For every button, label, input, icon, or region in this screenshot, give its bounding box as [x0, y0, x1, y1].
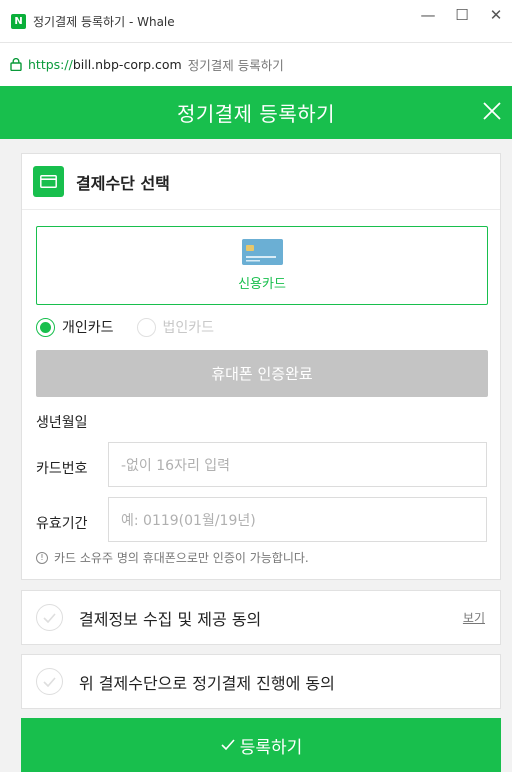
window-titlebar: N 정기결제 등록하기 - Whale — ☐ ✕ [0, 0, 512, 42]
whale-logo-icon: N [11, 13, 26, 29]
info-icon: ! [36, 551, 48, 564]
expiry-input[interactable]: 예: 0119(01월/19년) [108, 497, 487, 542]
window-title: 정기결제 등록하기 - Whale [33, 14, 175, 29]
corporate-card-label: 법인카드 [162, 320, 215, 336]
phone-auth-button[interactable]: 휴대폰 인증완료 [36, 350, 488, 397]
checkmark-icon [221, 739, 235, 751]
card-number-label: 카드번호 [36, 461, 88, 477]
page-title: 정기결제 등록하기 [176, 102, 336, 126]
card-type-radios: 개인카드 법인카드 [36, 316, 214, 338]
window-close-button[interactable]: ✕ [484, 6, 508, 24]
maximize-button[interactable]: ☐ [450, 6, 474, 24]
personal-card-radio[interactable] [36, 317, 55, 337]
page-header: 정기결제 등록하기 [0, 86, 512, 139]
birth-field[interactable] [108, 412, 120, 424]
url-page-title: 정기결제 등록하기 [187, 58, 284, 73]
payment-method-card: 결제수단 선택 신용카드 개인카드 법인카드 휴대폰 인증완료 생년월일 카드번… [21, 153, 501, 580]
card-number-input[interactable]: -없이 16자리 입력 [108, 442, 487, 487]
notice-text: 카드 소유주 명의 휴대폰으로만 인증이 가능합니다. [54, 551, 309, 565]
section-title: 결제수단 선택 [76, 173, 170, 193]
register-button[interactable]: 등록하기 [21, 718, 501, 772]
address-bar[interactable]: https://bill.nbp-corp.com 정기결제 등록하기 [0, 42, 512, 86]
credit-card-option[interactable]: 신용카드 [36, 226, 488, 305]
lock-icon [9, 58, 22, 72]
agreement-label: 위 결제수단으로 정기결제 진행에 동의 [79, 673, 335, 693]
view-terms-link[interactable]: 보기 [463, 609, 485, 626]
credit-card-label: 신용카드 [238, 277, 286, 292]
birth-label: 생년월일 [36, 415, 88, 431]
url-scheme: https:// [28, 57, 73, 72]
agreement-row-data[interactable]: 결제정보 수집 및 제공 동의 보기 [21, 590, 501, 645]
credit-card-icon [241, 239, 283, 265]
card-icon [33, 166, 64, 197]
register-label: 등록하기 [239, 737, 303, 758]
check-icon[interactable] [36, 668, 63, 695]
url-domain: bill.nbp-corp.com [72, 57, 182, 72]
minimize-button[interactable]: — [416, 6, 440, 24]
agreement-label: 결제정보 수집 및 제공 동의 [79, 609, 262, 629]
personal-card-label: 개인카드 [62, 320, 114, 336]
agreement-row-billing[interactable]: 위 결제수단으로 정기결제 진행에 동의 [21, 654, 501, 709]
close-icon[interactable] [478, 97, 506, 125]
corporate-card-radio[interactable] [136, 317, 156, 337]
notice-text-row: ! 카드 소유주 명의 휴대폰으로만 인증이 가능합니다. [36, 549, 309, 566]
check-icon[interactable] [36, 604, 63, 631]
payment-section-header: 결제수단 선택 [22, 154, 500, 210]
expiry-label: 유효기간 [36, 516, 88, 532]
